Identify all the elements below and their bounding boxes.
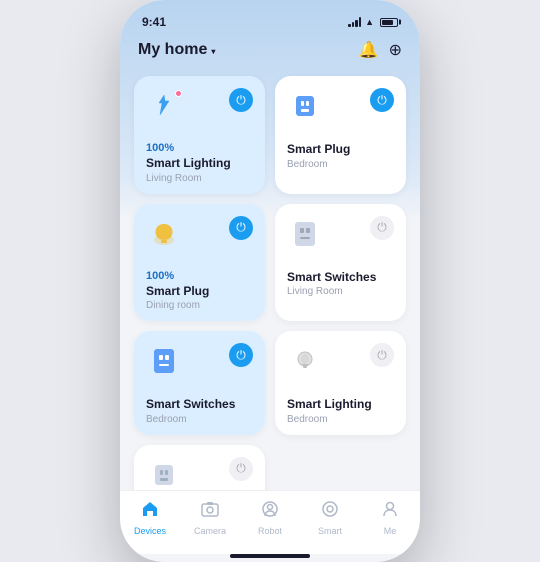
home-title[interactable]: My home ▾ [138,41,215,59]
card-top: ⏻ [146,457,253,490]
device-icon-wrap [287,343,323,379]
device-card-d5[interactable]: ⏻ Smart Switches Bedroom [134,331,265,435]
percentage-row: 100% [146,270,253,282]
add-device-icon[interactable]: ⊕ [389,40,402,60]
device-name: Smart Lighting [287,397,394,413]
status-bar: 9:41 ▲ [120,0,420,36]
nav-icon-nav-smart [320,499,340,524]
device-name: Smart Switches [287,270,394,286]
nav-icon-nav-robot [260,499,280,524]
notification-icon[interactable]: 🔔 [359,40,379,60]
nav-label-nav-robot: Robot [258,526,282,536]
card-top: ⏻ [146,216,253,252]
device-icon-wrap [146,216,182,252]
status-icons: ▲ [348,17,398,27]
nav-item-nav-me[interactable]: Me [368,499,412,536]
device-room: Living Room [146,173,253,184]
device-room: Bedroom [287,414,394,425]
header-actions: 🔔 ⊕ [359,40,402,60]
nav-label-nav-camera: Camera [194,526,226,536]
power-button-d7[interactable]: ⏻ [229,457,253,481]
device-card-d6[interactable]: ⏻ Smart Lighting Bedroom [275,331,406,435]
chevron-down-icon: ▾ [211,47,215,56]
device-icon-wrap [287,88,323,124]
power-button-d3[interactable]: ⏻ [229,216,253,240]
device-icon-wrap [146,457,182,490]
power-button-d4[interactable]: ⏻ [370,216,394,240]
percentage-value: 100% [146,142,174,154]
device-icon-wrap [146,88,182,124]
card-top: ⏻ [287,88,394,124]
bottom-nav: Devices Camera Robot Smart Me [120,490,420,554]
card-top: ⏻ [287,216,394,252]
device-content: ⏻ 100% Smart Lighting Living Room ⏻ Smar… [120,70,420,490]
active-dot [175,90,182,97]
device-icon-wrap [287,216,323,252]
phone-container: 9:41 ▲ My home ▾ 🔔 ⊕ [120,0,420,562]
device-card-d4[interactable]: ⏻ Smart Switches Living Room [275,204,406,322]
device-room: Bedroom [146,414,253,425]
nav-icon-nav-camera [200,499,220,524]
device-room: Living Room [287,286,394,297]
device-card-d1[interactable]: ⏻ 100% Smart Lighting Living Room [134,76,265,194]
nav-item-nav-smart[interactable]: Smart [308,499,352,536]
nav-label-nav-devices: Devices [134,526,166,536]
device-card-d3[interactable]: ⏻ 100% Smart Plug Dining room [134,204,265,322]
nav-icon-nav-devices [140,499,160,524]
device-card-d2[interactable]: ⏻ Smart Plug Bedroom [275,76,406,194]
device-card-d7[interactable]: ⏻ Smart Plug Living Room [134,445,265,490]
nav-item-nav-devices[interactable]: Devices [128,499,172,536]
device-room: Dining room [146,300,253,311]
wifi-icon: ▲ [365,17,374,27]
power-button-d2[interactable]: ⏻ [370,88,394,112]
device-icon-wrap [146,343,182,379]
device-grid: ⏻ 100% Smart Lighting Living Room ⏻ Smar… [134,76,406,490]
battery-icon [380,18,398,27]
card-top: ⏻ [146,88,253,124]
device-room: Bedroom [287,159,394,170]
device-name: Smart Plug [146,284,253,300]
nav-item-nav-robot[interactable]: Robot [248,499,292,536]
home-title-text: My home [138,41,207,59]
nav-item-nav-camera[interactable]: Camera [188,499,232,536]
device-name: Smart Lighting [146,156,253,172]
card-top: ⏻ [146,343,253,379]
nav-label-nav-me: Me [384,526,397,536]
nav-label-nav-smart: Smart [318,526,342,536]
nav-icon-nav-me [380,499,400,524]
power-button-d1[interactable]: ⏻ [229,88,253,112]
power-button-d5[interactable]: ⏻ [229,343,253,367]
percentage-value: 100% [146,270,174,282]
signal-icon [348,17,361,27]
status-time: 9:41 [142,15,166,29]
device-name: Smart Plug [287,142,394,158]
percentage-row: 100% [146,142,253,154]
home-indicator [230,554,310,558]
device-name: Smart Switches [146,397,253,413]
header: My home ▾ 🔔 ⊕ [120,36,420,70]
card-top: ⏻ [287,343,394,379]
power-button-d6[interactable]: ⏻ [370,343,394,367]
